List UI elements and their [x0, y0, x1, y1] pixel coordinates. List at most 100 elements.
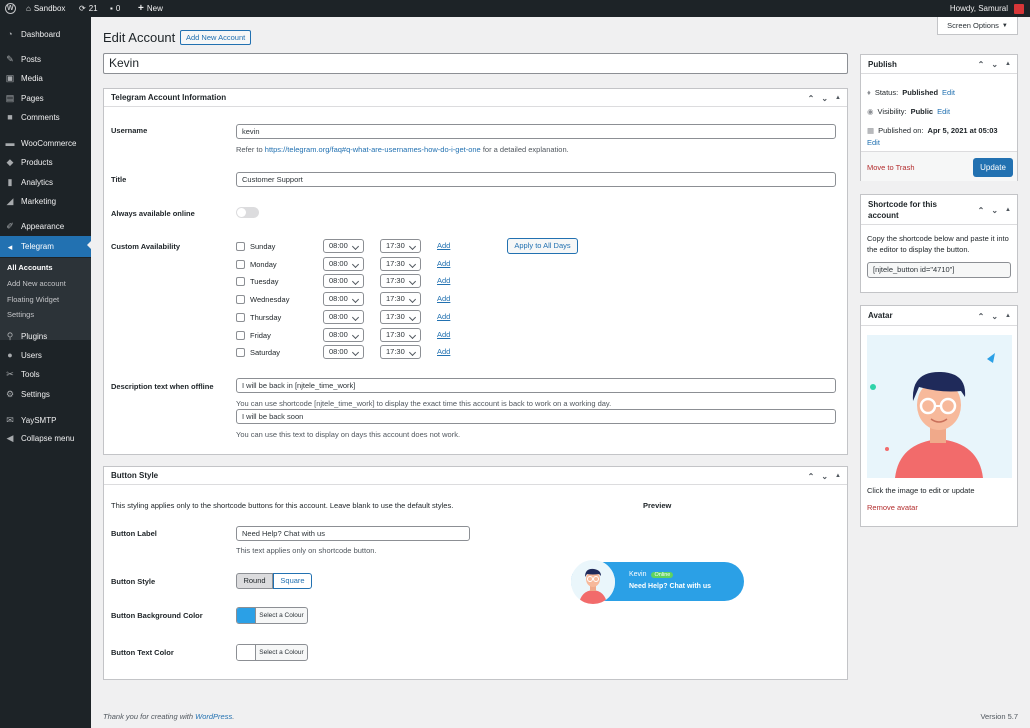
wordpress-link[interactable]: WordPress: [195, 712, 232, 721]
start-time-select[interactable]: 08:00: [323, 292, 364, 307]
add-time-link[interactable]: Add: [437, 312, 450, 321]
offline-days-input[interactable]: I will be back soon: [236, 409, 836, 424]
sidebar-item-media[interactable]: ▣ Media: [0, 69, 91, 87]
style-round-button[interactable]: Round: [236, 573, 273, 589]
username-input[interactable]: kevin: [236, 124, 836, 139]
end-time-select[interactable]: 17:30: [380, 309, 421, 324]
day-checkbox[interactable]: [236, 330, 245, 340]
sidebar-item-marketing[interactable]: ◢ Marketing: [0, 192, 91, 210]
day-checkbox[interactable]: [236, 242, 245, 251]
start-time-select[interactable]: 08:00: [323, 239, 364, 253]
move-to-trash-link[interactable]: Move to Trash: [867, 163, 915, 172]
sidebar-item-appearance[interactable]: ✐ Appearance: [0, 217, 91, 235]
submenu-floating-widget[interactable]: Floating Widget: [7, 295, 59, 304]
edit-date-link[interactable]: Edit: [867, 138, 880, 147]
sidebar-item-comments[interactable]: ■ Comments: [0, 108, 91, 126]
always-online-label: Always available online: [111, 209, 195, 218]
move-up-icon[interactable]: ⌃: [808, 94, 815, 103]
submenu-add-new-account[interactable]: Add New account: [7, 279, 66, 288]
telegram-faq-link[interactable]: https://telegram.org/faq#q-what-are-user…: [265, 145, 481, 154]
wordpress-logo-icon[interactable]: [5, 0, 16, 17]
end-time-select[interactable]: 17:30: [380, 345, 421, 360]
offline-text-input[interactable]: I will be back in [njtele_time_work]: [236, 378, 836, 393]
edit-visibility-link[interactable]: Edit: [937, 107, 950, 116]
move-down-icon[interactable]: ⌄: [821, 94, 828, 103]
day-checkbox[interactable]: [236, 277, 245, 287]
add-new-account-button[interactable]: Add New Account: [180, 30, 252, 45]
start-time-select[interactable]: 08:00: [323, 274, 364, 289]
title-input[interactable]: Customer Support: [236, 172, 836, 187]
end-time-select[interactable]: 17:30: [380, 239, 421, 253]
move-down-icon[interactable]: ⌄: [991, 60, 998, 69]
sidebar-item-tools[interactable]: ✂ Tools: [0, 365, 91, 383]
add-time-link[interactable]: Add: [437, 294, 450, 303]
start-time-select[interactable]: 08:00: [323, 327, 364, 342]
text-color-picker[interactable]: Select a Colour: [236, 644, 308, 661]
move-down-icon[interactable]: ⌄: [991, 312, 998, 321]
style-square-button[interactable]: Square: [273, 573, 312, 589]
sidebar-item-woocommerce[interactable]: ▬ WooCommerce: [0, 134, 91, 152]
sidebar-item-plugins[interactable]: ⚲ Plugins: [0, 327, 91, 345]
day-checkbox[interactable]: [236, 348, 245, 358]
move-up-icon[interactable]: ⌃: [978, 60, 985, 69]
day-checkbox[interactable]: [236, 295, 245, 305]
always-online-toggle[interactable]: [236, 207, 259, 218]
update-button[interactable]: Update: [973, 158, 1013, 177]
user-avatar-icon: [1014, 3, 1024, 14]
day-checkbox[interactable]: [236, 259, 245, 269]
pages-icon: ▤: [5, 93, 15, 103]
start-time-select[interactable]: 08:00: [323, 256, 364, 271]
bg-color-picker[interactable]: Select a Colour: [236, 607, 308, 624]
sidebar-item-posts[interactable]: ✎ Posts: [0, 50, 91, 68]
move-up-icon[interactable]: ⌃: [808, 472, 815, 481]
sidebar-item-users[interactable]: ● Users: [0, 346, 91, 364]
sidebar-item-pages[interactable]: ▤ Pages: [0, 89, 91, 107]
sidebar-item-yaysmtp[interactable]: ✉ YaySMTP: [0, 411, 91, 429]
shortcode-input[interactable]: [njtele_button id="4710"]: [867, 262, 1011, 278]
move-up-icon[interactable]: ⌃: [978, 206, 985, 215]
sidebar-item-products[interactable]: ◆ Products: [0, 153, 91, 171]
day-checkbox[interactable]: [236, 312, 245, 322]
end-time-select[interactable]: 17:30: [380, 256, 421, 271]
sidebar-item-analytics[interactable]: ▮ Analytics: [0, 173, 91, 191]
remove-avatar-link[interactable]: Remove avatar: [867, 503, 918, 512]
collapse-menu-button[interactable]: ◀ Collapse menu: [0, 429, 91, 447]
comment-icon: ▪: [110, 4, 113, 13]
toggle-panel-icon[interactable]: ▲: [1005, 207, 1011, 213]
site-name-link[interactable]: ⌂ Sandbox: [26, 0, 65, 17]
new-content-link[interactable]: + New: [138, 0, 163, 17]
add-time-link[interactable]: Add: [437, 276, 450, 285]
add-time-link[interactable]: Add: [437, 330, 450, 339]
move-down-icon[interactable]: ⌄: [821, 472, 828, 481]
start-time-select[interactable]: 08:00: [323, 309, 364, 324]
start-time-select[interactable]: 08:00: [323, 345, 364, 360]
button-label-input[interactable]: Need Help? Chat with us: [236, 526, 470, 541]
updates-link[interactable]: ⟳ 21: [79, 0, 98, 17]
comments-link[interactable]: ▪ 0: [110, 0, 120, 17]
sidebar-item-dashboard[interactable]: ◔ Dashboard: [0, 25, 91, 43]
post-title-input[interactable]: Kevin: [103, 53, 848, 74]
move-down-icon[interactable]: ⌄: [991, 206, 998, 215]
sidebar-item-telegram[interactable]: ◂ Telegram: [0, 236, 91, 257]
move-up-icon[interactable]: ⌃: [978, 312, 985, 321]
add-time-link[interactable]: Add: [437, 241, 450, 250]
my-account-link[interactable]: Howdy, Samural: [950, 0, 1024, 17]
edit-status-link[interactable]: Edit: [942, 88, 955, 97]
avatar-image[interactable]: [867, 335, 1012, 478]
add-time-link[interactable]: Add: [437, 259, 450, 268]
apply-to-all-days-button[interactable]: Apply to All Days: [507, 238, 578, 254]
end-time-select[interactable]: 17:30: [380, 274, 421, 289]
sidebar-item-settings[interactable]: ⚙ Settings: [0, 385, 91, 403]
end-time-select[interactable]: 17:30: [380, 327, 421, 342]
toggle-panel-icon[interactable]: ▲: [1005, 313, 1011, 319]
submenu-settings[interactable]: Settings: [7, 310, 34, 319]
button-style-label: Button Style: [111, 577, 156, 586]
submenu-all-accounts[interactable]: All Accounts: [7, 263, 53, 272]
end-time-select[interactable]: 17:30: [380, 292, 421, 307]
sidebar-item-label: Posts: [21, 54, 42, 64]
toggle-panel-icon[interactable]: ▲: [1005, 61, 1011, 67]
toggle-panel-icon[interactable]: ▲: [835, 473, 841, 479]
add-time-link[interactable]: Add: [437, 347, 450, 356]
screen-options-button[interactable]: Screen Options ▼: [937, 17, 1018, 35]
toggle-panel-icon[interactable]: ▲: [835, 95, 841, 101]
